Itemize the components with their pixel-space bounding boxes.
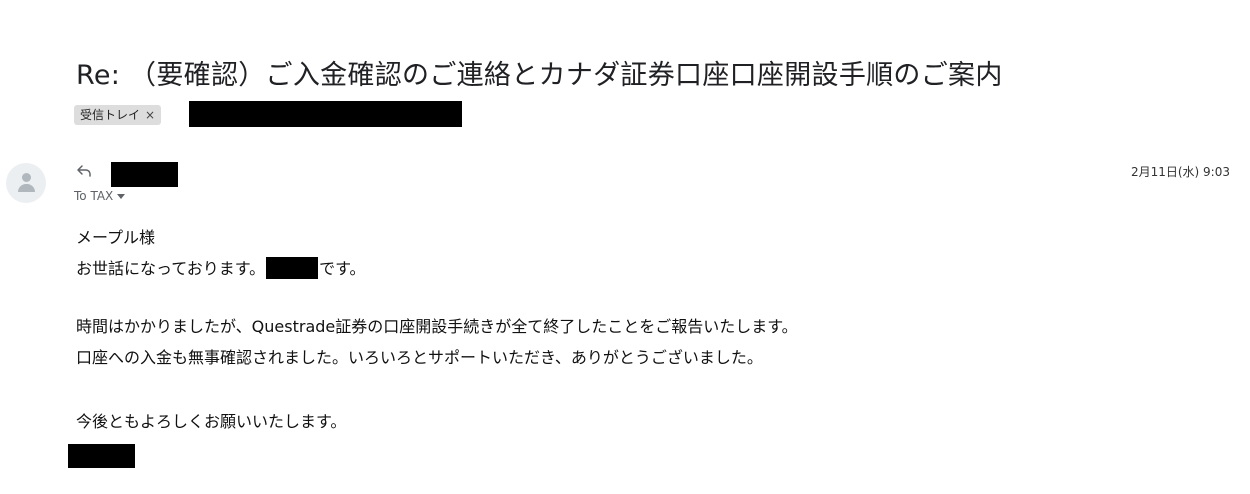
- avatar-body-shape: [18, 184, 35, 192]
- intro-line-after: です。: [319, 259, 366, 278]
- email-view: Re: （要確認）ご入金確認のご連絡とカナダ証券口座口座開設手順のご案内 受信ト…: [0, 0, 1250, 494]
- avatar-head-shape: [22, 173, 31, 182]
- intro-line-before: お世話になっております。: [76, 259, 266, 278]
- redacted-sender-name: [111, 162, 178, 187]
- body-paragraph-line-2: 口座への入金も無事確認されました。いろいろとサポートいただき、ありがとうございま…: [76, 348, 763, 367]
- intro-line: お世話になっております。 です。: [76, 257, 366, 281]
- recipient-details-dropdown-icon[interactable]: [117, 194, 126, 199]
- recipient-text: To TAX: [74, 189, 114, 203]
- reply-icon[interactable]: [76, 164, 92, 178]
- redacted-signature: [68, 444, 135, 468]
- redacted-sender-inline: [266, 257, 319, 279]
- redacted-label: [189, 101, 462, 127]
- label-row: 受信トレイ ×: [74, 104, 162, 126]
- recipient-line[interactable]: To TAX: [74, 188, 126, 204]
- email-subject: Re: （要確認）ご入金確認のご連絡とカナダ証券口座口座開設手順のご案内: [76, 60, 1003, 91]
- closing-line: 今後ともよろしくお願いいたします。: [76, 412, 347, 431]
- greeting-line: メープル様: [76, 228, 156, 247]
- remove-label-icon[interactable]: ×: [145, 106, 155, 124]
- inbox-label-chip[interactable]: 受信トレイ ×: [74, 105, 162, 125]
- email-date: 2月11日(水) 9:03: [1130, 165, 1230, 179]
- body-paragraph-line-1: 時間はかかりましたが、Questrade証券の口座開設手続きが全て終了したことを…: [76, 317, 798, 336]
- sender-avatar[interactable]: [6, 163, 46, 203]
- inbox-label-text: 受信トレイ: [80, 108, 141, 122]
